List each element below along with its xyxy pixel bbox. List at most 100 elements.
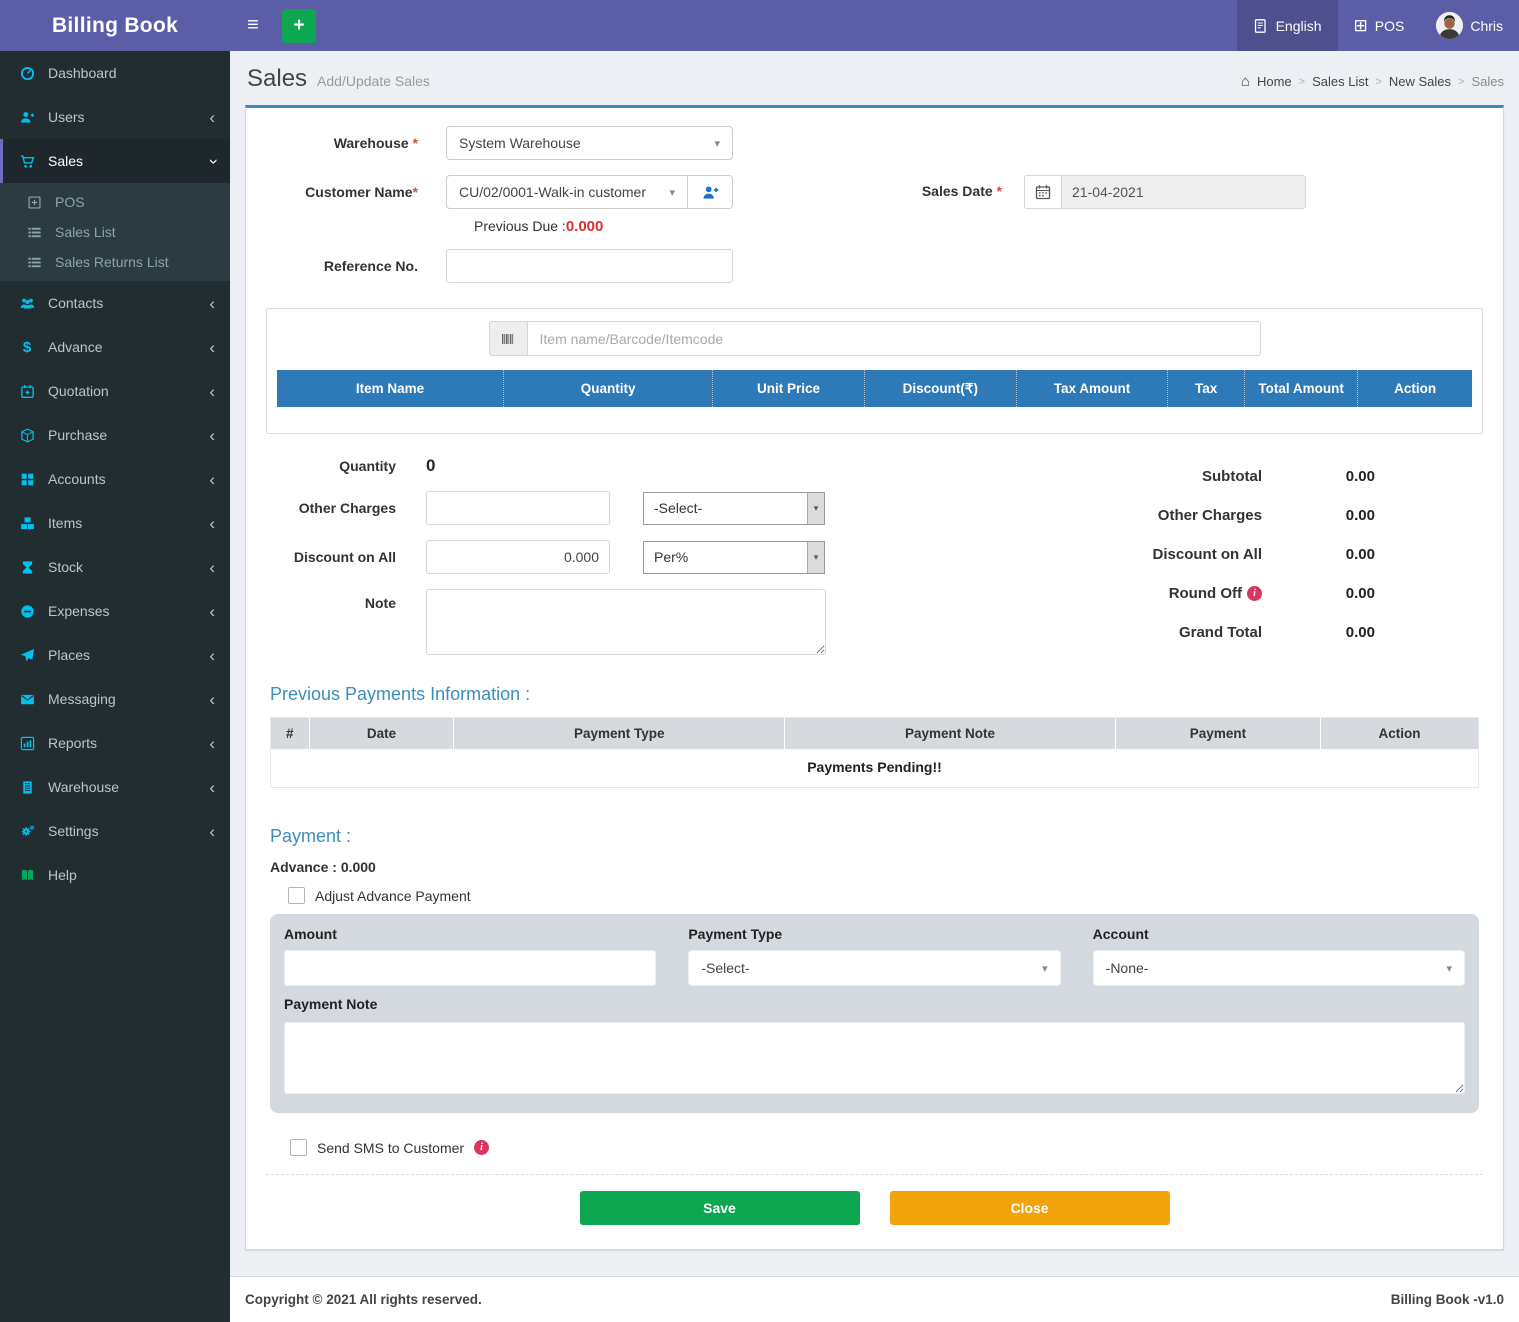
breadcrumb-home[interactable]: Home (1257, 74, 1292, 89)
required-mark: * (413, 184, 418, 200)
discount-on-all-input[interactable] (426, 540, 610, 574)
calendar-icon[interactable] (1024, 175, 1061, 209)
discount-unit-select[interactable]: Per% (643, 541, 825, 574)
column-header: Payment Note (785, 718, 1116, 749)
send-sms-checkbox[interactable] (290, 1139, 307, 1156)
breadcrumb-separator: > (1375, 76, 1381, 88)
payment-note-textarea[interactable] (284, 1022, 1465, 1094)
sidebar-subitem-pos[interactable]: POS (0, 187, 230, 217)
hamburger-icon[interactable] (230, 0, 276, 51)
add-customer-button[interactable] (688, 175, 733, 209)
note-label: Note (266, 589, 426, 611)
sidebar-subitem-sales-list[interactable]: Sales List (0, 217, 230, 247)
sidebar-item-settings[interactable]: Settings (0, 809, 230, 853)
cubes-icon (15, 516, 39, 531)
adjust-advance-checkbox[interactable] (288, 887, 305, 904)
sidebar-subitem-sales-returns-list[interactable]: Sales Returns List (0, 247, 230, 277)
sidebar-item-users[interactable]: Users (0, 95, 230, 139)
sidebar-item-advance[interactable]: Advance (0, 325, 230, 369)
info-icon[interactable] (474, 1140, 489, 1155)
other-charges-select[interactable]: -Select- (643, 492, 825, 525)
language-icon (1253, 18, 1269, 34)
caret-down-icon (669, 186, 675, 199)
sidebar-item-dashboard[interactable]: Dashboard (0, 51, 230, 95)
column-header: Unit Price (713, 370, 865, 407)
footer: Copyright © 2021 All rights reserved. Bi… (230, 1276, 1519, 1322)
sidebar-item-messaging[interactable]: Messaging (0, 677, 230, 721)
discount-unit-value: Per% (644, 542, 807, 573)
account-select[interactable]: -None- (1093, 950, 1465, 986)
add-user-icon (702, 184, 719, 201)
sidebar-item-sales[interactable]: Sales (0, 139, 230, 183)
grid-icon (15, 472, 39, 487)
amount-label: Amount (284, 926, 656, 942)
sidebar-item-places[interactable]: Places (0, 633, 230, 677)
column-header: Tax Amount (1017, 370, 1169, 407)
sidebar-item-items[interactable]: Items (0, 501, 230, 545)
breadcrumb-separator: > (1299, 76, 1305, 88)
pos-menu[interactable]: POS (1338, 0, 1421, 51)
sidebar-item-label: Items (48, 515, 209, 531)
payment-type-select[interactable]: -Select- (688, 950, 1060, 986)
warehouse-select[interactable]: System Warehouse (446, 126, 733, 160)
sidebar-item-contacts[interactable]: Contacts (0, 281, 230, 325)
user-menu[interactable]: Chris (1420, 0, 1519, 51)
column-header: Total Amount (1245, 370, 1359, 407)
other-charges-select-value: -Select- (644, 493, 807, 524)
sidebar-item-expenses[interactable]: Expenses (0, 589, 230, 633)
quick-add-button[interactable] (282, 9, 316, 43)
note-textarea[interactable] (426, 589, 826, 655)
sidebar-item-label: Settings (48, 823, 209, 839)
subtotal-value: 0.00 (1262, 468, 1375, 485)
sidebar-item-help[interactable]: Help (0, 853, 230, 897)
items-table-body (277, 407, 1472, 433)
other-charges-label: Other Charges (266, 500, 426, 516)
item-search-input[interactable] (527, 321, 1261, 356)
sales-submenu: POS Sales List Sales Returns List (0, 183, 230, 281)
breadcrumb-separator: > (1458, 76, 1464, 88)
info-icon[interactable] (1247, 586, 1262, 601)
payment-type-value: -Select- (701, 960, 749, 976)
chevron-left-icon (209, 559, 215, 576)
content: Sales Add/Update Sales Home > Sales List… (230, 51, 1519, 1264)
reference-input[interactable] (446, 249, 733, 283)
sidebar-item-warehouse[interactable]: Warehouse (0, 765, 230, 809)
previous-due: Previous Due :0.000 (474, 218, 906, 235)
other-charges-input[interactable] (426, 491, 610, 525)
breadcrumb-sales-list[interactable]: Sales List (1312, 74, 1368, 89)
sidebar-item-stock[interactable]: Stock (0, 545, 230, 589)
sidebar-nav: Dashboard Users Sales POS Sales Li (0, 51, 230, 897)
items-table-header: Item Name Quantity Unit Price Discount(₹… (277, 370, 1472, 407)
account-value: -None- (1106, 960, 1149, 976)
list-icon (22, 255, 46, 270)
list-icon (22, 225, 46, 240)
account-label: Account (1093, 926, 1465, 942)
chevron-left-icon (209, 603, 215, 620)
sidebar-item-quotation[interactable]: Quotation (0, 369, 230, 413)
sidebar-item-label: Messaging (48, 691, 209, 707)
send-sms-label: Send SMS to Customer (317, 1140, 464, 1156)
sidebar-item-label: Users (48, 109, 209, 125)
customer-select[interactable]: CU/02/0001-Walk-in customer (446, 175, 688, 209)
required-mark: * (413, 135, 418, 151)
sidebar-item-accounts[interactable]: Accounts (0, 457, 230, 501)
totals-panel: Subtotal 0.00 Other Charges 0.00 Discoun… (955, 456, 1375, 670)
version-text: Billing Book -v1.0 (1391, 1292, 1504, 1307)
minus-circle-icon (15, 604, 39, 619)
sales-date-input[interactable] (1061, 175, 1306, 209)
previous-due-value: 0.000 (566, 218, 604, 235)
payment-heading: Payment : (270, 826, 1483, 847)
pos-icon (1354, 17, 1368, 34)
save-button[interactable]: Save (580, 1191, 860, 1225)
breadcrumb-current: Sales (1471, 74, 1504, 89)
close-button[interactable]: Close (890, 1191, 1170, 1225)
sales-form-card: Warehouse * System Warehouse Customer Na… (245, 105, 1504, 1250)
breadcrumb-new-sales[interactable]: New Sales (1389, 74, 1451, 89)
chevron-left-icon (209, 383, 215, 400)
language-menu[interactable]: English (1237, 0, 1338, 51)
sidebar-item-reports[interactable]: Reports (0, 721, 230, 765)
topbar: English POS Chris (230, 0, 1519, 51)
sidebar-item-purchase[interactable]: Purchase (0, 413, 230, 457)
chevron-down-icon (204, 158, 221, 164)
amount-input[interactable] (284, 950, 656, 986)
